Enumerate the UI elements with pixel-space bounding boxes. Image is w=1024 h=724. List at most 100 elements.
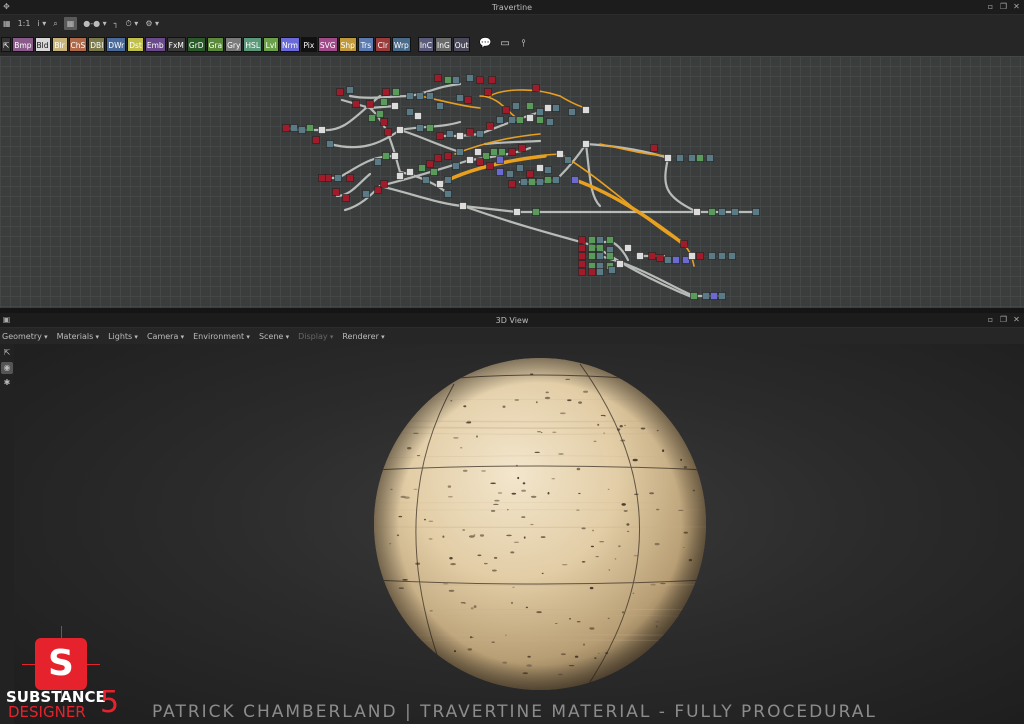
view-menu-camera[interactable]: Camera	[147, 332, 184, 341]
link-style-icon[interactable]: ●-● ▾	[82, 17, 107, 30]
graph-node[interactable]	[414, 112, 422, 120]
graph-node[interactable]	[508, 180, 516, 188]
graph-node[interactable]	[282, 124, 290, 132]
library-button-dst[interactable]: Dst	[127, 36, 144, 52]
view-menu-geometry[interactable]: Geometry	[2, 332, 48, 341]
graph-node[interactable]	[406, 92, 414, 100]
grid-icon[interactable]: ▦	[63, 17, 78, 30]
graph-node[interactable]	[434, 154, 442, 162]
graph-node[interactable]	[526, 170, 534, 178]
graph-node[interactable]	[693, 208, 701, 216]
graph-node[interactable]	[578, 260, 586, 268]
graph-node[interactable]	[392, 88, 400, 96]
graph-node[interactable]	[368, 114, 376, 122]
library-button-blr[interactable]: Blr	[51, 36, 68, 52]
graph-node[interactable]	[456, 94, 464, 102]
graph-node[interactable]	[464, 96, 472, 104]
graph-node[interactable]	[536, 108, 544, 116]
graph-node[interactable]	[544, 104, 552, 112]
graph-node[interactable]	[688, 252, 696, 260]
graph-node[interactable]	[380, 118, 388, 126]
graph-node[interactable]	[520, 178, 528, 186]
graph-node[interactable]	[552, 104, 560, 112]
graph-node[interactable]	[544, 166, 552, 174]
graph-node[interactable]	[406, 108, 414, 116]
graph-node[interactable]	[616, 260, 624, 268]
graph-node[interactable]	[312, 136, 320, 144]
library-button-wrp[interactable]: Wrp	[391, 36, 411, 52]
library-button-chs[interactable]: ChS	[68, 36, 88, 52]
library-button-emb[interactable]: Emb	[144, 36, 166, 52]
graph-node[interactable]	[382, 88, 390, 96]
graph-node[interactable]	[298, 126, 306, 134]
graph-node[interactable]	[710, 292, 718, 300]
graph-node[interactable]	[346, 174, 354, 182]
graph-node[interactable]	[650, 144, 658, 152]
graph-node[interactable]	[444, 76, 452, 84]
graph-node[interactable]	[690, 292, 698, 300]
graph-node[interactable]	[578, 236, 586, 244]
settings-icon[interactable]: ⚙ ▾	[144, 17, 160, 30]
graph-node[interactable]	[688, 154, 696, 162]
graph-node[interactable]	[486, 122, 494, 130]
search-icon[interactable]: ⌕	[52, 17, 58, 30]
graph-node[interactable]	[396, 172, 404, 180]
graph-node[interactable]	[436, 102, 444, 110]
graph-node[interactable]	[446, 130, 454, 138]
library-button-out[interactable]: Out	[452, 36, 471, 52]
graph-node[interactable]	[434, 74, 442, 82]
graph-node[interactable]	[426, 160, 434, 168]
graph-link[interactable]	[559, 95, 587, 109]
graph-node[interactable]	[648, 252, 656, 260]
graph-node[interactable]	[366, 100, 374, 108]
graph-node[interactable]	[459, 202, 467, 210]
library-button-grd[interactable]: GrD	[186, 36, 206, 52]
graph-node[interactable]	[636, 252, 644, 260]
graph-node[interactable]	[406, 168, 414, 176]
graph-node[interactable]	[588, 252, 596, 260]
graph-node[interactable]	[430, 168, 438, 176]
graph-node[interactable]	[342, 194, 350, 202]
graph-node[interactable]	[513, 208, 521, 216]
graph-node[interactable]	[702, 292, 710, 300]
graph-link[interactable]	[489, 89, 561, 97]
graph-node[interactable]	[346, 86, 354, 94]
graph-node[interactable]	[426, 124, 434, 132]
graph-node[interactable]	[416, 92, 424, 100]
view-menu-lights[interactable]: Lights	[108, 332, 138, 341]
graph-node[interactable]	[552, 176, 560, 184]
graph-node[interactable]	[526, 114, 534, 122]
library-button-dwr[interactable]: DWr	[106, 36, 127, 52]
library-button-fxm[interactable]: FxM	[166, 36, 186, 52]
graph-node[interactable]	[696, 252, 704, 260]
library-button-nrm[interactable]: Nrm	[280, 36, 300, 52]
graph-node[interactable]	[564, 156, 572, 164]
graph-node[interactable]	[436, 180, 444, 188]
graph-node[interactable]	[444, 190, 452, 198]
graph-link[interactable]	[461, 204, 699, 214]
graph-node[interactable]	[516, 164, 524, 172]
graph-node[interactable]	[416, 124, 424, 132]
graph-node[interactable]	[718, 292, 726, 300]
library-button-gra[interactable]: Gra	[206, 36, 225, 52]
align-icon[interactable]: ┐	[113, 17, 120, 30]
library-button-trs[interactable]: Trs	[357, 36, 374, 52]
graph-node[interactable]	[456, 148, 464, 156]
graph-node[interactable]	[336, 88, 344, 96]
graph-node[interactable]	[391, 152, 399, 160]
fit-label[interactable]: 1:1	[17, 17, 32, 30]
graph-node[interactable]	[606, 236, 614, 244]
graph-node[interactable]	[374, 158, 382, 166]
graph-node[interactable]	[708, 208, 716, 216]
graph-node[interactable]	[352, 100, 360, 108]
minimize-icon[interactable]: ▫	[985, 1, 996, 12]
graph-node[interactable]	[380, 180, 388, 188]
graph-node[interactable]	[696, 154, 704, 162]
graph-node[interactable]	[708, 252, 716, 260]
export-icon[interactable]: ⇱	[1, 347, 13, 359]
light-icon[interactable]: ✱	[1, 377, 13, 389]
graph-node[interactable]	[332, 188, 340, 196]
material-sphere[interactable]	[14, 344, 1024, 724]
graph-node[interactable]	[318, 126, 326, 134]
graph-node[interactable]	[466, 74, 474, 82]
